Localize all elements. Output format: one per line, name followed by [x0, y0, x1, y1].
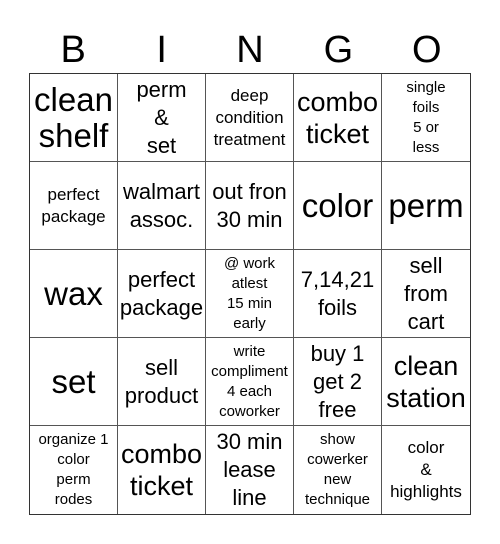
bingo-cell[interactable]: perfect package — [30, 162, 118, 250]
header-letter-n: N — [236, 29, 264, 71]
bingo-cell-text: out fron 30 min — [212, 178, 287, 232]
bingo-cell[interactable]: sell product — [118, 338, 206, 426]
bingo-cell[interactable]: combo ticket — [118, 426, 206, 514]
bingo-cell[interactable]: write compliment 4 each coworker — [206, 338, 294, 426]
header-letter-i: I — [156, 29, 167, 71]
bingo-cell-text: wax — [44, 274, 103, 312]
bingo-cell-text: clean station — [386, 350, 466, 413]
header-letter-b: B — [60, 29, 86, 71]
bingo-cell[interactable]: clean shelf — [30, 74, 118, 162]
bingo-cell-text: perm & set — [136, 76, 187, 158]
bingo-cell[interactable]: @ work atlest 15 min early — [206, 250, 294, 338]
bingo-cell[interactable]: single foils 5 or less — [382, 74, 470, 162]
bingo-cell[interactable]: out fron 30 min — [206, 162, 294, 250]
header-letter-o: O — [412, 29, 442, 71]
bingo-cell[interactable]: organize 1 color perm rodes — [30, 426, 118, 514]
bingo-cell-text: single foils 5 or less — [406, 78, 446, 156]
bingo-cell[interactable]: color & highlights — [382, 426, 470, 514]
bingo-cell[interactable]: combo ticket — [294, 74, 382, 162]
bingo-cell-text: @ work atlest 15 min early — [223, 254, 276, 332]
bingo-cell-text: color & highlights — [390, 438, 462, 501]
bingo-cell[interactable]: set — [30, 338, 118, 426]
bingo-cell[interactable]: show cowerker new technique — [294, 426, 382, 514]
bingo-header: B I N G O — [29, 28, 471, 73]
bingo-cell-text: 30 min lease line — [216, 429, 283, 510]
bingo-cell[interactable]: deep condition treatment — [206, 74, 294, 162]
bingo-cell[interactable]: perm — [382, 162, 470, 250]
bingo-cell[interactable]: color — [294, 162, 382, 250]
bingo-cell[interactable]: perm & set — [118, 74, 206, 162]
bingo-cell[interactable]: wax — [30, 250, 118, 338]
bingo-cell-text: sell from cart — [404, 252, 448, 334]
bingo-cell[interactable]: 30 min lease line — [206, 426, 294, 514]
bingo-cell[interactable]: perfect package — [118, 250, 206, 338]
bingo-cell-text: buy 1 get 2 free — [310, 340, 365, 422]
bingo-cell-text: perfect package — [119, 266, 204, 320]
bingo-cell-text: organize 1 color perm rodes — [38, 431, 109, 508]
bingo-cell-text: write compliment 4 each coworker — [211, 342, 288, 420]
header-letter-g: G — [323, 29, 354, 71]
bingo-cell-text: 7,14,21 foils — [300, 266, 375, 320]
bingo-cell-text: color — [301, 186, 374, 224]
bingo-cell[interactable]: clean station — [382, 338, 470, 426]
bingo-cell-text: set — [51, 362, 96, 400]
bingo-cell-text: combo ticket — [296, 86, 379, 149]
bingo-cell-text: clean shelf — [34, 80, 113, 154]
bingo-cell[interactable]: 7,14,21 foils — [294, 250, 382, 338]
bingo-grid: clean shelf perm & set deep condition trea… — [29, 73, 471, 515]
bingo-cell-text: deep condition treatment — [213, 85, 286, 149]
bingo-cell-text: walmart assoc. — [122, 178, 200, 232]
bingo-cell-text: perm — [388, 186, 464, 224]
bingo-cell[interactable]: walmart assoc. — [118, 162, 206, 250]
bingo-cell-text: perfect package — [41, 184, 106, 226]
bingo-cell-text: show cowerker new technique — [304, 431, 371, 508]
bingo-cell-text: combo ticket — [120, 439, 203, 501]
bingo-cell[interactable]: buy 1 get 2 free — [294, 338, 382, 426]
bingo-cell-text: sell product — [124, 354, 199, 408]
bingo-cell[interactable]: sell from cart — [382, 250, 470, 338]
